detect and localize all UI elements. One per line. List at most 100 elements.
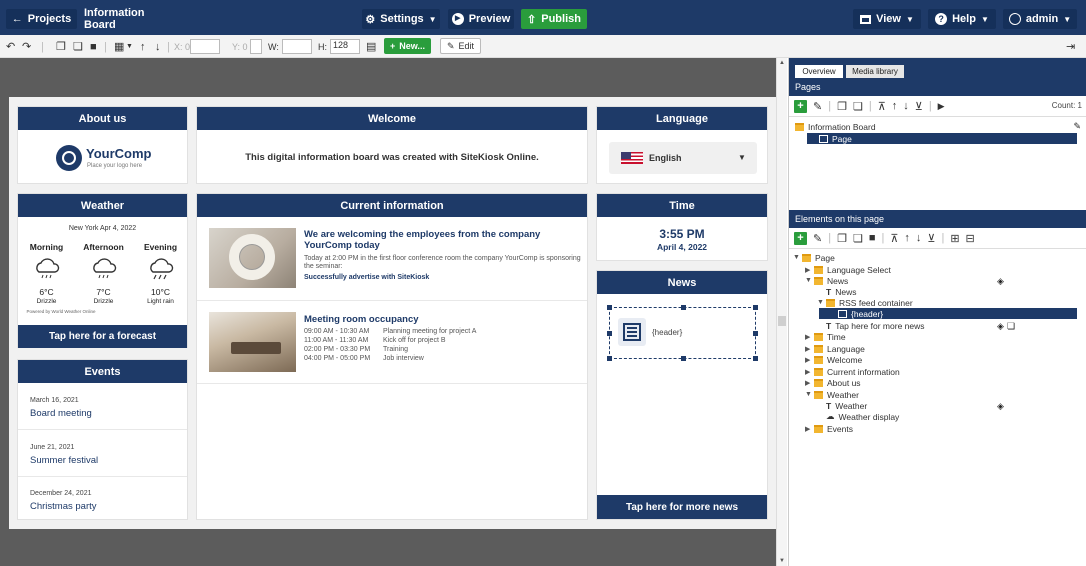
weather-card[interactable]: Weather New York Apr 4, 2022 Morning Aft… [17,193,188,348]
event-item[interactable]: June 21, 2021 Summer festival [18,431,187,477]
language-select[interactable]: English ▼ [609,142,757,174]
resize-handle[interactable] [753,305,758,310]
info-item[interactable]: We are welcoming the employees from the … [197,218,587,301]
scroll-up-icon[interactable]: ▲ [779,60,785,66]
redo-icon[interactable]: ↷ [22,39,31,54]
info-item[interactable]: Meeting room occupancy 09:00 AM - 10:30 … [197,302,587,384]
x-input[interactable] [190,39,220,54]
tree-item-news-group[interactable]: ▼ News [805,275,848,286]
size-icon[interactable]: ▤ [366,39,376,54]
move-top-icon[interactable]: ⊼ [878,100,886,113]
events-card[interactable]: Events March 16, 2021 Board meeting June… [17,359,188,520]
separator: | [868,100,872,112]
tree-item-header[interactable]: {header} [819,308,1077,319]
tree-item-more-news[interactable]: T Tap here for more news [826,320,925,331]
current-information-card[interactable]: Current information We are welcoming the… [196,193,588,520]
event-item[interactable]: March 16, 2021 Board meeting [18,384,187,430]
move-up-icon[interactable]: ↑ [892,100,898,112]
move-up-icon[interactable]: ↑ [904,232,910,244]
tree-item-about-us[interactable]: ▶ About us [805,377,861,388]
copy-icon[interactable]: ❐ [837,232,847,245]
tree-item-weather-text[interactable]: T Weather [826,400,867,411]
projects-button[interactable]: ← Projects [6,9,77,29]
tree-item-language[interactable]: ▶ Language [805,343,865,354]
language-card[interactable]: Language English ▼ [596,106,768,184]
resize-handle[interactable] [681,305,686,310]
more-news-button[interactable]: Tap here for more news [597,495,767,519]
tree-item-rss-feed-container[interactable]: ▼ RSS feed container [817,297,913,308]
exit-icon[interactable]: ⇥ [1066,39,1075,54]
view-button[interactable]: View ▼ [853,9,921,29]
information-board-page: About us YourComp Place your logo here W… [9,97,776,529]
user-menu-button[interactable]: admin ▼ [1003,9,1077,29]
event-item[interactable]: December 24, 2021 Christmas party [18,478,187,520]
tree-item-page[interactable]: Page [807,133,1077,144]
tree-item-information-board[interactable]: Information Board [795,121,876,132]
move-down-icon[interactable]: ↓ [155,39,161,54]
tree-item-weather-display[interactable]: ☁ Weather display [826,411,899,422]
tree-item-time[interactable]: ▶ Time [805,331,846,342]
paste-icon[interactable]: ❏ [853,232,863,245]
paste-icon[interactable]: ❏ [853,100,863,113]
scroll-down-icon[interactable]: ▼ [779,558,785,564]
chevron-down-icon[interactable]: ▼ [126,39,133,54]
resize-handle[interactable] [607,305,612,310]
move-down-icon[interactable]: ↓ [903,100,909,112]
y-input[interactable] [250,39,262,54]
ungroup-icon[interactable]: ⊟ [966,232,975,245]
edit-element-button[interactable]: ✎ Edit [440,38,482,54]
resize-handle[interactable] [753,356,758,361]
tab-overview[interactable]: Overview [795,65,843,78]
pencil-icon[interactable]: ✎ [813,232,822,245]
resize-handle[interactable] [681,356,686,361]
scroll-thumb[interactable] [778,316,786,326]
delete-icon[interactable]: ■ [90,39,97,54]
tree-item-welcome[interactable]: ▶ Welcome [805,354,862,365]
tree-item-events[interactable]: ▶ Events [805,423,853,434]
align-icon[interactable]: ▦ [114,39,124,54]
move-top-icon[interactable]: ⊼ [890,232,898,245]
new-element-button[interactable]: + New... [384,38,431,54]
weather-date-line: New York Apr 4, 2022 [68,225,137,232]
tree-item-page[interactable]: ▼ Page [793,252,835,263]
preview-button[interactable]: ▶ Preview [448,9,514,29]
help-button[interactable]: ? Help ▼ [928,9,996,29]
move-down-icon[interactable]: ↓ [916,232,922,244]
publish-button[interactable]: ⇧ Publish [521,9,587,29]
settings-button[interactable]: ⚙ Settings ▼ [362,9,440,29]
separator: | [828,100,832,112]
tree-item-news-text[interactable]: T News [826,286,856,297]
pages-header: Pages [789,78,1086,96]
pencil-icon[interactable]: ✎ [813,100,822,113]
tree-item-current-information[interactable]: ▶ Current information [805,366,900,377]
properties-panel: Overview Media library Pages + ✎ | ❐ ❏ |… [788,58,1086,566]
welcome-card[interactable]: Welcome This digital information board w… [196,106,588,184]
rss-feed-container[interactable]: {header} [607,305,758,361]
canvas-scrollbar[interactable]: ▲ ▼ [776,58,787,566]
play-icon[interactable]: ▶ [938,101,945,112]
resize-handle[interactable] [753,331,758,336]
resize-handle[interactable] [607,331,612,336]
height-input[interactable]: 128 [330,39,360,54]
news-card[interactable]: News {header} Tap here for more news [596,270,768,520]
tree-item-weather-group[interactable]: ▼ Weather [805,389,859,400]
copy-icon[interactable]: ❐ [56,39,66,54]
resize-handle[interactable] [607,356,612,361]
move-up-icon[interactable]: ↑ [140,39,146,54]
pencil-icon[interactable]: ✎ [1073,121,1081,132]
tree-item-language-select[interactable]: ▶ Language Select [805,264,891,275]
delete-icon[interactable]: ■ [869,232,876,244]
add-page-icon[interactable]: + [794,99,807,113]
copy-icon[interactable]: ❐ [837,100,847,113]
move-bottom-icon[interactable]: ⊻ [927,232,935,245]
undo-icon[interactable]: ↶ [6,39,15,54]
about-us-card[interactable]: About us YourComp Place your logo here [17,106,188,184]
paste-icon[interactable]: ❏ [73,39,83,54]
forecast-button[interactable]: Tap here for a forecast [18,325,187,348]
move-bottom-icon[interactable]: ⊻ [915,100,923,113]
time-card[interactable]: Time 3:55 PM April 4, 2022 [596,193,768,261]
group-icon[interactable]: ⊞ [950,232,959,245]
add-element-icon[interactable]: + [794,231,807,245]
tab-media-library[interactable]: Media library [846,65,904,78]
width-input[interactable] [282,39,312,54]
